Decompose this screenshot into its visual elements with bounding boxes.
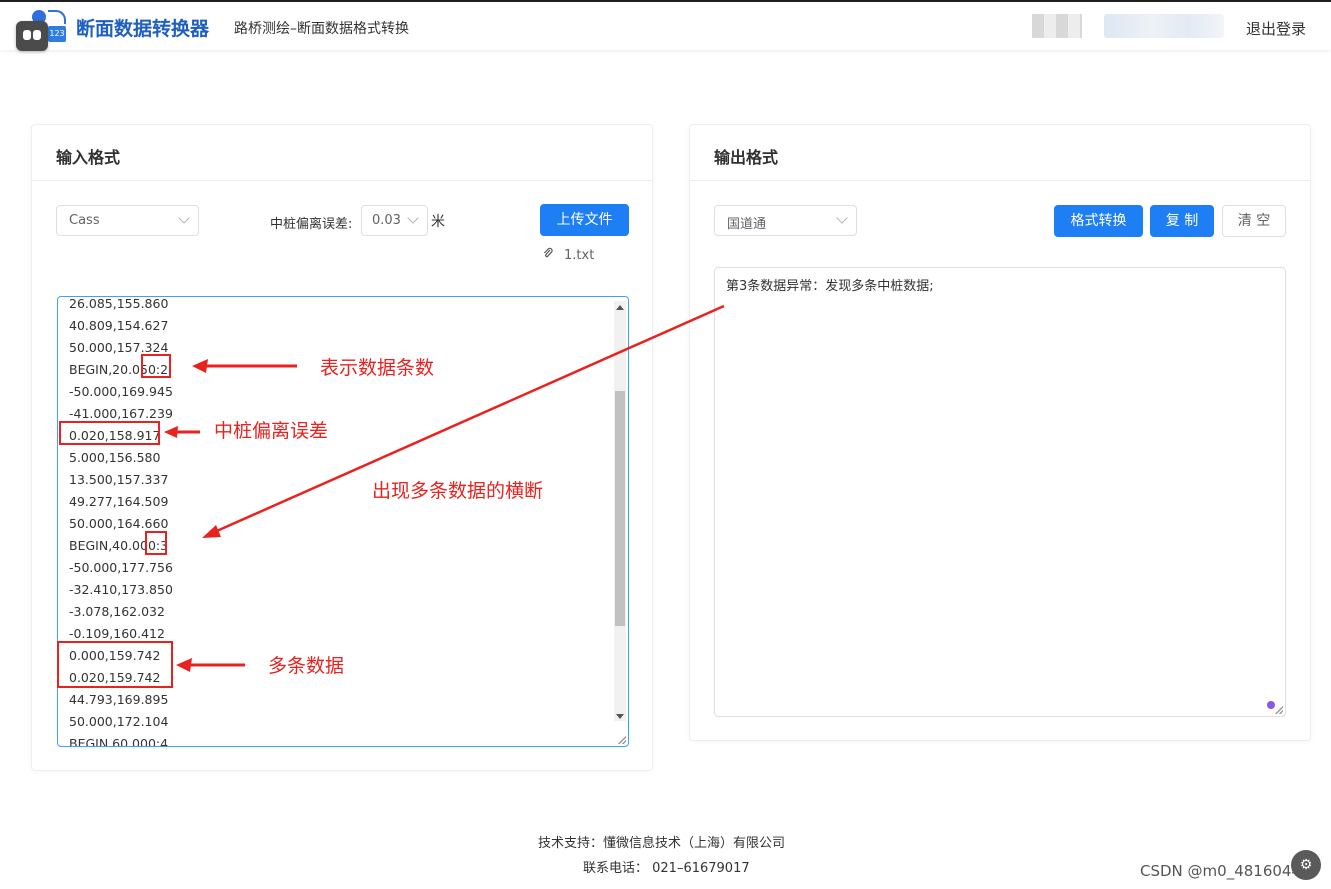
- chevron-down-icon: [836, 212, 848, 224]
- output-format-value: 国道通: [727, 217, 767, 232]
- paperclip-icon: [542, 247, 554, 263]
- blurred-username: [1104, 14, 1224, 38]
- input-card-header: 输入格式: [32, 125, 652, 181]
- input-line: 5.000,156.580: [69, 450, 161, 465]
- input-format-value: Cass: [69, 213, 100, 228]
- output-format-select[interactable]: 国道通: [714, 205, 857, 236]
- highlight-deviation: [59, 421, 160, 445]
- scroll-thumb[interactable]: [615, 391, 625, 626]
- highlight-count-2: [141, 354, 171, 378]
- copy-button[interactable]: 复 制: [1150, 205, 1214, 237]
- app-subtitle: 路桥测绘–断面数据格式转换: [234, 21, 409, 37]
- input-scrollbar[interactable]: [614, 301, 626, 721]
- input-line: 50.000,172.104: [69, 714, 169, 729]
- footer-support: 技术支持：懂微信息技术（上海）有限公司: [538, 836, 786, 851]
- input-line: 44.793,169.895: [69, 692, 169, 707]
- clear-button[interactable]: 清 空: [1222, 205, 1286, 237]
- output-textarea[interactable]: 第3条数据异常：发现多条中桩数据;: [714, 267, 1286, 717]
- uploaded-file[interactable]: 1.txt: [542, 247, 594, 263]
- logout-link[interactable]: 退出登录: [1246, 18, 1306, 39]
- input-line: -50.000,177.756: [69, 560, 173, 575]
- logo-badge: 123: [48, 26, 66, 42]
- highlight-count-3: [145, 531, 167, 555]
- app-title: 断面数据转换器: [76, 18, 210, 40]
- input-line: -32.410,173.850: [69, 582, 173, 597]
- annotation-count: 表示数据条数: [320, 357, 435, 379]
- annotation-multi-data: 多条数据: [268, 655, 345, 677]
- resize-handle-icon[interactable]: [618, 736, 626, 744]
- chevron-down-icon: [407, 212, 419, 224]
- footer-phone: 联系电话： 021–61679017: [583, 861, 750, 876]
- blurred-avatar: [1032, 14, 1082, 38]
- input-line: 49.277,164.509: [69, 494, 169, 509]
- assistant-robot-icon[interactable]: [16, 21, 48, 51]
- deviation-label: 中桩偏离误差:: [270, 217, 353, 232]
- upload-file-button[interactable]: 上传文件: [540, 204, 629, 236]
- scroll-up-icon[interactable]: [616, 305, 624, 310]
- csdn-watermark: CSDN @m0_48160445: [1140, 862, 1311, 880]
- deviation-value: 0.03: [372, 213, 401, 228]
- deviation-select[interactable]: 0.03: [361, 205, 428, 236]
- input-line: 26.085,155.860: [69, 296, 169, 311]
- output-format-card: 输出格式 国道通 格式转换 复 制 清 空 第3条数据异常：发现多条中桩数据;: [689, 124, 1311, 741]
- settings-gear-icon[interactable]: ⚙: [1291, 850, 1321, 880]
- file-name: 1.txt: [564, 248, 595, 263]
- input-line: 40.809,154.627: [69, 318, 169, 333]
- input-line: -50.000,169.945: [69, 384, 173, 399]
- output-card-header: 输出格式: [690, 125, 1310, 181]
- output-text: 第3条数据异常：发现多条中桩数据;: [726, 279, 934, 294]
- scroll-down-icon[interactable]: [616, 714, 624, 719]
- assistant-dot-icon[interactable]: [1267, 701, 1275, 709]
- input-card-title: 输入格式: [56, 148, 121, 167]
- resize-handle-icon[interactable]: [1275, 706, 1283, 714]
- highlight-multi-data: [57, 641, 173, 688]
- chevron-down-icon: [178, 212, 190, 224]
- input-format-select[interactable]: Cass: [56, 205, 199, 236]
- input-line: -3.078,162.032: [69, 604, 165, 619]
- convert-button[interactable]: 格式转换: [1054, 205, 1143, 237]
- output-card-title: 输出格式: [714, 148, 779, 167]
- input-line: BEGIN,60.000:4: [69, 736, 169, 747]
- input-line: 13.500,157.337: [69, 472, 169, 487]
- app-header: 123 断面数据转换器 路桥测绘–断面数据格式转换 退出登录: [0, 2, 1331, 51]
- annotation-multi-section: 出现多条数据的横断: [372, 480, 544, 502]
- unit-label: 米: [431, 214, 445, 230]
- annotation-deviation: 中桩偏离误差: [214, 420, 329, 442]
